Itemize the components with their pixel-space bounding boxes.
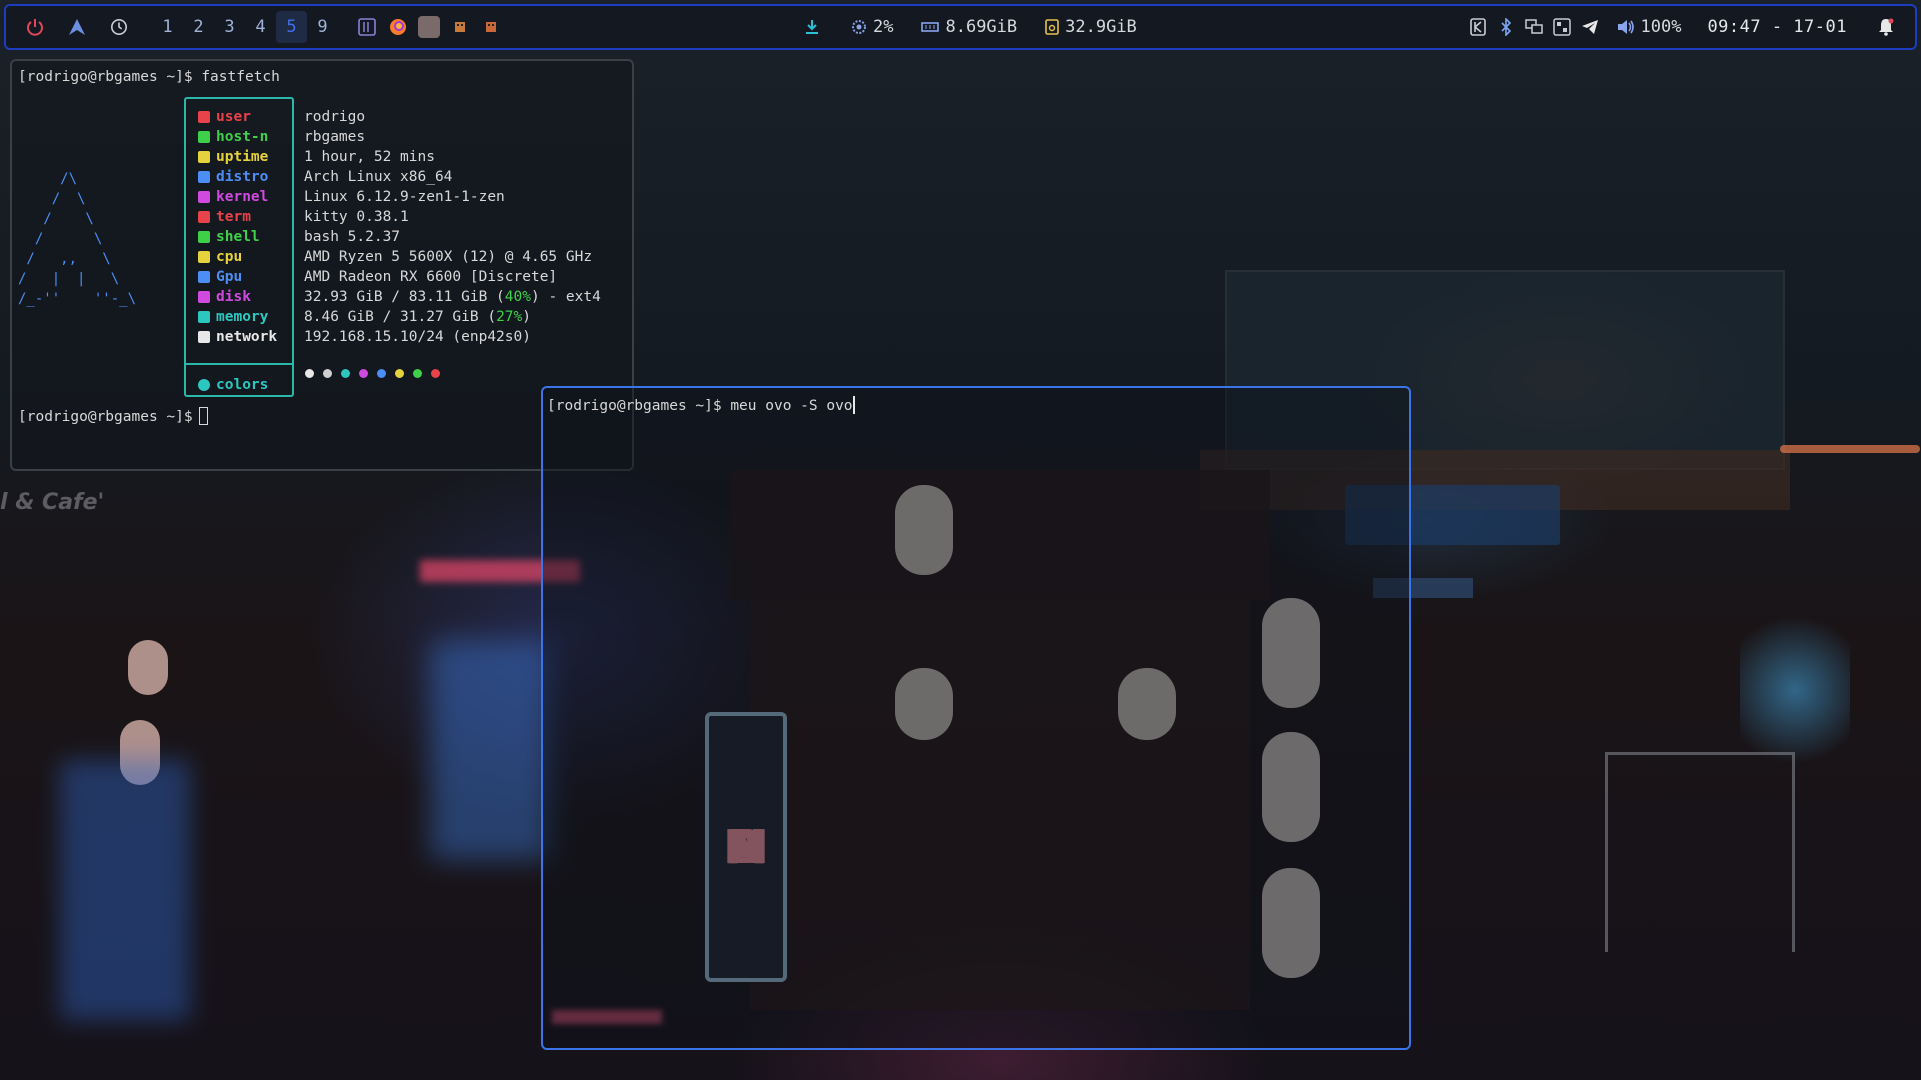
terminal-app-icon[interactable] [356, 16, 378, 38]
fetch-value: 8.46 GiB / 31.27 GiB (27%) [304, 309, 531, 325]
arch-ascii-logo: /\ / \ / \ / \ / ,, \ / | | \ /_-'' ''-_… [18, 171, 137, 307]
fetch-values: rodrigo rbgames 1 hour, 52 mins Arch Linux … [304, 107, 601, 347]
workspace-list: 123459 [152, 11, 338, 43]
system-tray: 100% 09:47 - 17-01 [1467, 6, 1903, 48]
color-dot [359, 369, 368, 378]
fetch-key-user: user [198, 107, 251, 127]
color-dot [413, 369, 422, 378]
workspace-4[interactable]: 4 [245, 11, 276, 43]
cpu-icon [851, 19, 867, 35]
cpu-icon [198, 251, 210, 263]
fetch-value: 1 hour, 52 mins [304, 149, 435, 165]
fetch-value: rodrigo [304, 109, 366, 125]
system-stats: 2% 8.69GiB 32.9GiB [803, 6, 1165, 48]
shell-icon [198, 231, 210, 243]
disk-stat[interactable]: 32.9GiB [1045, 17, 1137, 37]
app-icon[interactable] [418, 16, 440, 38]
telegram-icon[interactable] [1579, 16, 1601, 38]
color-dot [431, 369, 440, 378]
fetch-value: kitty 0.38.1 [304, 209, 409, 225]
fetch-key-shell: shell [198, 227, 260, 247]
user-icon [198, 111, 210, 123]
screen-icon[interactable] [1551, 16, 1573, 38]
notification-bell-icon[interactable] [1875, 16, 1897, 38]
cursor [198, 407, 208, 425]
host-n-icon [198, 131, 210, 143]
prompt-line: [rodrigo@rbgames ~]$ [18, 407, 208, 427]
disk-value: 32.9GiB [1065, 17, 1137, 37]
network-icon [198, 331, 210, 343]
color-dot [341, 369, 350, 378]
workspace-1[interactable]: 1 [152, 11, 183, 43]
fetch-value: Linux 6.12.9-zen1-1-zen [304, 189, 505, 205]
fetch-value: 32.93 GiB / 83.11 GiB (40%) - ext4 [304, 289, 601, 305]
fetch-key-uptime: uptime [198, 147, 268, 167]
fetch-key-gpu: Gpu [198, 267, 242, 287]
clock[interactable]: 09:47 - 17-01 [1707, 17, 1847, 37]
fetch-key-memory: memory [198, 307, 268, 327]
color-palette [305, 369, 449, 378]
cursor [852, 396, 855, 414]
terminal-window-active[interactable]: [rodrigo@rbgames ~]$ meu ovo -S ovo [541, 386, 1411, 1050]
download-icon [803, 18, 821, 36]
memory-value: 8.69GiB [945, 17, 1018, 37]
color-dot [395, 369, 404, 378]
taskbar-apps [356, 16, 511, 38]
cafe-sign: l & Cafe' [0, 490, 105, 515]
fetch-key-distro: distro [198, 167, 268, 187]
colors-key: colors [198, 375, 268, 395]
power-icon[interactable] [20, 12, 50, 42]
command-line: [rodrigo@rbgames ~]$ meu ovo -S ovo [547, 396, 855, 414]
fetch-value: bash 5.2.37 [304, 229, 401, 245]
fetch-value: AMD Ryzen 5 5600X (12) @ 4.65 GHz [304, 249, 593, 265]
fetch-key-disk: disk [198, 287, 251, 307]
fetch-value: AMD Radeon RX 6600 [Discrete] [304, 269, 558, 285]
game-icon-2[interactable] [480, 16, 502, 38]
command-line: [rodrigo@rbgames ~]$ fastfetch [18, 69, 280, 85]
updates-indicator[interactable] [803, 18, 827, 36]
palette-icon [198, 379, 210, 391]
top-bar: 123459 2% 8.69GiB 32.9GiB 100% 09:47 - 1… [4, 4, 1917, 50]
workspace-9[interactable]: 9 [307, 11, 338, 43]
color-dot [323, 369, 332, 378]
fetch-key-network: network [198, 327, 277, 347]
network-icon[interactable] [1523, 16, 1545, 38]
fetch-key-term: term [198, 207, 251, 227]
workspace-2[interactable]: 2 [183, 11, 214, 43]
term-icon [198, 211, 210, 223]
distro-icon [198, 171, 210, 183]
firefox-icon[interactable] [387, 16, 409, 38]
fetch-key-kernel: kernel [198, 187, 268, 207]
kdeconnect-icon[interactable] [1467, 16, 1489, 38]
fetch-value: Arch Linux x86_64 [304, 169, 453, 185]
fetch-value: rbgames [304, 129, 366, 145]
color-dot [377, 369, 386, 378]
volume-value: 100% [1640, 17, 1682, 37]
arch-logo-icon[interactable] [62, 12, 92, 42]
memory-icon [921, 20, 940, 34]
kernel-icon [198, 191, 210, 203]
speaker-icon [1617, 19, 1635, 35]
memory-icon [198, 311, 210, 323]
disk-icon [1045, 19, 1059, 35]
color-dot [305, 369, 314, 378]
gpu-icon [198, 271, 210, 283]
workspace-3[interactable]: 3 [214, 11, 245, 43]
fetch-key-cpu: cpu [198, 247, 242, 267]
disk-icon [198, 291, 210, 303]
fetch-key-host-n: host-n [198, 127, 268, 147]
fetch-value: 192.168.15.10/24 (enp42s0) [304, 329, 531, 345]
bluetooth-icon[interactable] [1495, 16, 1517, 38]
game-icon[interactable] [449, 16, 471, 38]
cpu-value: 2% [873, 17, 894, 37]
uptime-icon [198, 151, 210, 163]
clock-icon[interactable] [104, 12, 134, 42]
cpu-stat[interactable]: 2% [851, 17, 893, 37]
workspace-5[interactable]: 5 [276, 11, 307, 43]
memory-stat[interactable]: 8.69GiB [921, 17, 1017, 37]
fetch-keys-box: user host-n uptime distro kernel term shell cpu… [184, 97, 294, 397]
volume-control[interactable]: 100% [1617, 17, 1681, 37]
